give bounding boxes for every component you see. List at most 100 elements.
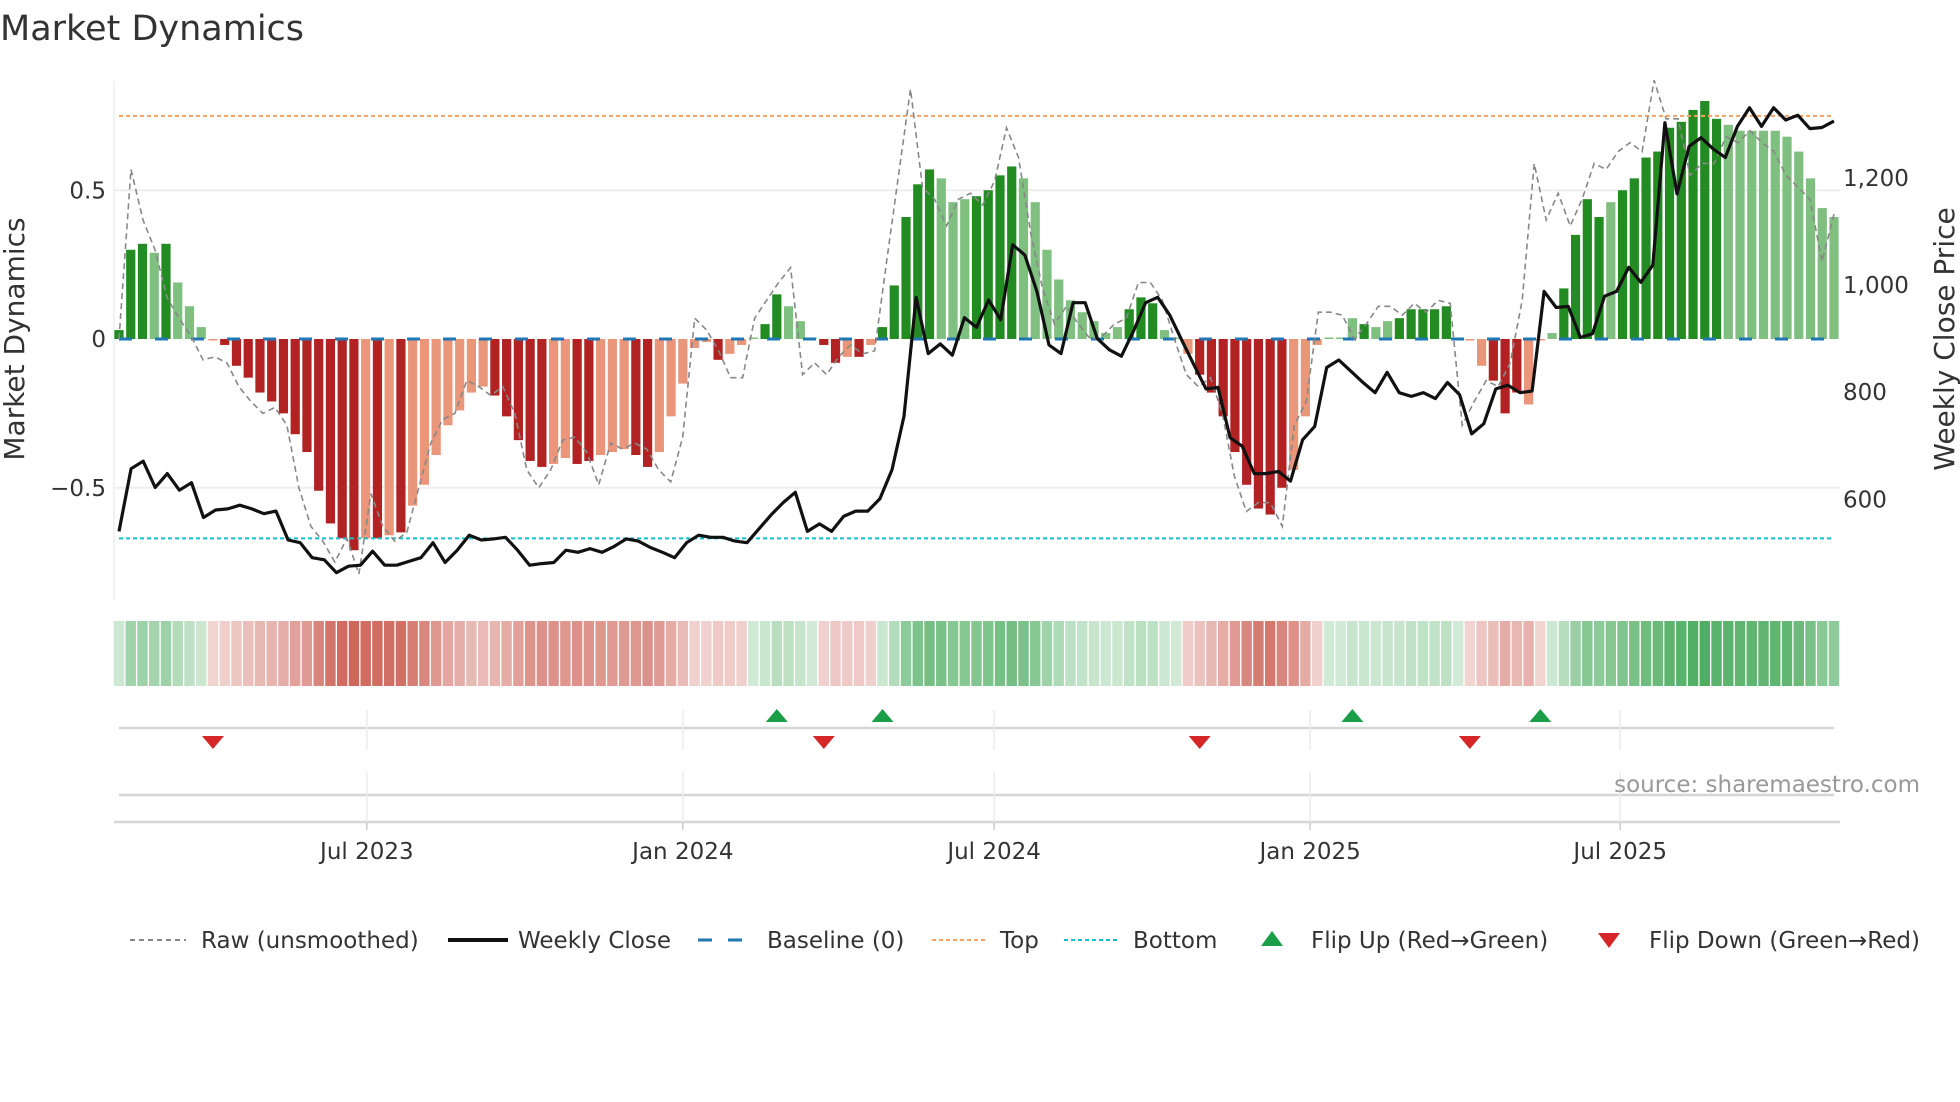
legend-item-top: Top: [932, 928, 1039, 954]
dynamics-bar: [231, 339, 242, 366]
heat-cell: [818, 621, 829, 686]
dynamics-bar: [678, 339, 688, 384]
heat-cell: [160, 621, 172, 686]
flip-down-marker: [1458, 736, 1481, 749]
dynamics-bar: [384, 339, 394, 536]
heat-cell: [513, 621, 524, 686]
heat-cell: [1441, 621, 1452, 686]
dynamics-bar: [1500, 339, 1510, 414]
heat-cell: [583, 621, 595, 686]
heat-cell: [1452, 621, 1464, 686]
heat-cell: [1793, 621, 1804, 686]
heat-cell: [1570, 621, 1581, 686]
heat-cell: [947, 621, 959, 686]
dynamics-bar: [349, 339, 359, 551]
y-tick-label: 0.5: [69, 178, 106, 204]
heat-cell: [630, 621, 642, 686]
dynamics-bar: [1735, 130, 1745, 339]
dynamics-bar: [1277, 339, 1287, 488]
heat-cell: [853, 621, 865, 686]
dynamics-bar: [760, 324, 770, 339]
dynamics-bar: [1465, 339, 1475, 341]
y2-tick-label: 600: [1843, 487, 1887, 513]
heat-cell: [830, 621, 841, 686]
legend-item-baseline: Baseline (0): [698, 928, 904, 954]
heat-cell: [1100, 621, 1111, 686]
heat-cell: [196, 621, 207, 686]
heat-cell: [1523, 621, 1534, 686]
dynamics-bar: [1547, 333, 1557, 339]
heat-cell: [1629, 621, 1640, 686]
heat-cell: [912, 621, 923, 686]
heat-cell: [759, 621, 771, 686]
dynamics-bar: [1112, 327, 1123, 339]
heat-cell: [313, 621, 324, 686]
heat-cell: [243, 621, 254, 686]
heat-cell: [595, 621, 606, 686]
heat-cell: [736, 621, 747, 686]
heat-cell: [1405, 621, 1417, 686]
heat-cell: [454, 621, 465, 686]
heat-cell: [289, 621, 301, 686]
dynamics-bar: [408, 339, 418, 506]
dynamics-bar: [983, 190, 993, 339]
heat-cell: [1805, 621, 1816, 686]
heat-cell: [959, 621, 970, 686]
dynamics-bar: [419, 339, 430, 485]
dynamics-bar: [1441, 306, 1451, 339]
heat-cell: [1311, 621, 1323, 686]
heat-cell: [1476, 621, 1487, 686]
heat-cell: [137, 621, 148, 686]
dynamics-bar: [1829, 217, 1839, 339]
heat-cell: [689, 621, 700, 686]
heat-cell: [1605, 621, 1617, 686]
heat-cell: [677, 621, 689, 686]
dynamics-bar: [783, 306, 794, 339]
x-tick-label: Jul 2023: [318, 839, 414, 865]
x-axis: Jul 2023 Jan 2024 Jul 2024 Jan 2025 Jul 2025: [114, 710, 1840, 865]
heat-cell: [865, 621, 876, 686]
heat-cell: [407, 621, 418, 686]
heat-cell: [1464, 621, 1476, 686]
heat-cell: [1124, 621, 1135, 686]
heat-cell: [1170, 621, 1182, 686]
dynamics-bar: [1206, 339, 1217, 393]
heat-cell: [1112, 621, 1123, 686]
heat-cell: [477, 621, 489, 686]
dynamics-bar: [137, 243, 148, 339]
y-tick-label: 0: [91, 327, 106, 353]
dynamics-bar: [889, 285, 899, 339]
dynamics-bar: [1582, 199, 1592, 339]
dynamics-bar: [431, 339, 441, 456]
heat-cell: [419, 621, 430, 686]
heat-cell: [1241, 621, 1252, 686]
heat-cell: [665, 621, 677, 686]
heat-cell: [1640, 621, 1652, 686]
dynamics-bar: [466, 339, 476, 393]
dynamics-bar: [1676, 121, 1686, 339]
heat-cell: [1159, 621, 1170, 686]
dynamics-bar: [631, 339, 641, 456]
dynamics-bar: [396, 339, 406, 533]
dynamics-bar: [1253, 339, 1264, 509]
dynamics-bar: [1324, 337, 1334, 339]
legend-label: Raw (unsmoothed): [201, 928, 419, 954]
heat-cell: [1617, 621, 1628, 686]
dynamics-bar: [1559, 288, 1569, 339]
triangle-up-icon: [1261, 931, 1283, 946]
heat-cell: [724, 621, 736, 686]
y-tick-label: −0.5: [50, 476, 106, 502]
heat-cell: [1182, 621, 1194, 686]
dynamics-bar: [1747, 130, 1757, 339]
dynamics-bar: [478, 339, 488, 387]
dynamics-bar: [208, 339, 218, 341]
legend-label: Flip Down (Green→Red): [1649, 928, 1920, 954]
y2-axis-label: Weekly Close Price: [1928, 207, 1960, 470]
heat-cell: [795, 621, 806, 686]
heat-cell: [783, 621, 794, 686]
dynamics-bar: [255, 339, 265, 393]
heat-cell: [360, 621, 371, 686]
dynamics-bar: [1629, 178, 1639, 339]
heat-cell: [1229, 621, 1241, 686]
flip-up-marker: [1341, 709, 1364, 722]
